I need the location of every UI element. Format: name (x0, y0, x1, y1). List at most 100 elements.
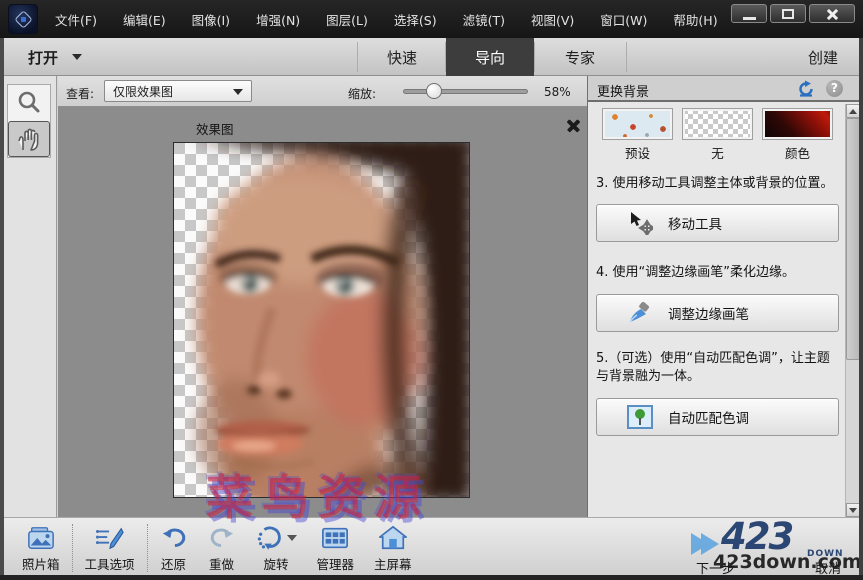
background-thumbnails: 预设 无 颜色 (602, 108, 838, 162)
organizer-icon (321, 525, 349, 551)
redo-label: 重做 (209, 554, 234, 573)
thumbnail-label: 预设 (602, 143, 673, 162)
window-frame (0, 38, 4, 580)
menu-file[interactable]: 文件(F) (55, 10, 97, 29)
tab-create[interactable]: 创建 (788, 38, 858, 76)
photo-image[interactable] (174, 143, 469, 497)
help-icon[interactable]: ? (826, 80, 843, 97)
taskbar: 照片箱 工具选项 还原 (0, 517, 863, 575)
scroll-up-button[interactable] (846, 104, 860, 118)
scroll-down-button[interactable] (846, 503, 860, 517)
redo-icon (208, 525, 236, 551)
zoom-percent-value: 58% (544, 85, 571, 99)
view-label: 查看: (66, 85, 94, 102)
app-logo-icon (8, 4, 38, 34)
separator (72, 524, 73, 572)
rotate-button[interactable]: 旋转 (246, 522, 307, 576)
tool-strip (4, 76, 57, 517)
preset-thumbnail-image[interactable] (602, 108, 673, 140)
home-icon (379, 525, 407, 551)
maximize-icon (782, 9, 794, 19)
thumbnail-color[interactable]: 颜色 (762, 108, 833, 162)
menu-select[interactable]: 选择(S) (394, 10, 437, 29)
application-window: 文件(F) 编辑(E) 图像(I) 增强(N) 图层(L) 选择(S) 滤镜(T… (0, 0, 863, 580)
photo-bin-label: 照片箱 (22, 554, 60, 573)
window-frame (859, 38, 863, 580)
thumbnail-label: 颜色 (762, 143, 833, 162)
redo-button[interactable]: 重做 (198, 522, 246, 576)
zoom-label: 缩放: (348, 85, 376, 102)
magnifier-icon (15, 90, 43, 116)
minimize-icon (743, 17, 756, 20)
reset-icon[interactable] (797, 80, 815, 98)
preview-close-icon[interactable] (566, 118, 581, 133)
menu-image[interactable]: 图像(I) (192, 10, 230, 29)
undo-button[interactable]: 还原 (150, 522, 198, 576)
undo-label: 还原 (161, 554, 186, 573)
preview-title: 效果图 (196, 119, 234, 138)
tab-expert[interactable]: 专家 (535, 38, 625, 76)
thumbnail-none[interactable]: 无 (682, 108, 753, 162)
window-controls (731, 4, 855, 23)
chevron-down-icon (287, 535, 297, 541)
rotate-label: 旋转 (264, 554, 289, 573)
watermark-number: 423 (721, 515, 792, 558)
step-4-text: 4. 使用“调整边缘画笔”柔化边缘。 (596, 264, 838, 282)
minimize-button[interactable] (731, 4, 767, 23)
open-button[interactable]: 打开 (28, 46, 82, 68)
guided-panel: 更换背景 ? 预设 无 颜色 (588, 76, 859, 517)
home-screen-button[interactable]: 主屏幕 (364, 522, 422, 576)
tab-quick[interactable]: 快速 (358, 38, 446, 76)
move-tool-icon (627, 211, 653, 235)
chevron-down-icon (233, 89, 243, 95)
thumbnail-preset[interactable]: 预设 (602, 108, 673, 162)
move-tool-label: 移动工具 (668, 213, 722, 233)
brush-icon (627, 301, 653, 325)
organizer-label: 管理器 (317, 554, 355, 573)
menu-help[interactable]: 帮助(H) (673, 10, 717, 29)
zoom-slider-handle[interactable] (426, 83, 442, 99)
menu-layer[interactable]: 图层(L) (326, 10, 368, 29)
view-dropdown-value: 仅限效果图 (113, 83, 173, 100)
menu-window[interactable]: 窗口(W) (600, 10, 647, 29)
menu-filter[interactable]: 滤镜(T) (463, 10, 505, 29)
menu-edit[interactable]: 编辑(E) (123, 10, 166, 29)
view-dropdown[interactable]: 仅限效果图 (104, 80, 252, 102)
home-screen-label: 主屏幕 (374, 554, 412, 573)
menu-enhance[interactable]: 增强(N) (256, 10, 300, 29)
auto-match-color-label: 自动匹配色调 (668, 407, 749, 427)
triangle-down-icon (849, 508, 857, 513)
arrow-right-icon (701, 533, 719, 555)
chevron-down-icon (72, 54, 82, 60)
step-5-text: 5.（可选）使用“自动匹配色调”，让主题与背景融为一体。 (596, 350, 838, 387)
scrollbar-thumb[interactable] (846, 118, 860, 360)
zoom-tool-button[interactable] (8, 85, 50, 121)
thumbnail-label: 无 (682, 143, 753, 162)
step-3-text: 3. 使用移动工具调整主体或背景的位置。 (596, 175, 838, 193)
auto-match-color-button[interactable]: 自动匹配色调 (596, 398, 839, 436)
zoom-slider-track[interactable] (403, 89, 528, 94)
open-label: 打开 (28, 47, 58, 68)
refine-edge-brush-button[interactable]: 调整边缘画笔 (596, 294, 839, 332)
none-thumbnail-image[interactable] (682, 108, 753, 140)
close-button[interactable] (809, 4, 855, 23)
rotate-icon (256, 525, 284, 551)
hand-tool-button[interactable] (8, 121, 50, 157)
color-thumbnail-image[interactable] (762, 108, 833, 140)
maximize-button[interactable] (770, 4, 806, 23)
panel-title: 更换背景 (597, 81, 649, 100)
undo-icon (160, 525, 188, 551)
hand-icon (15, 126, 43, 152)
photo-bin-button[interactable]: 照片箱 (12, 522, 70, 576)
auto-match-icon (627, 405, 653, 429)
window-frame (0, 575, 863, 580)
tab-guided[interactable]: 导向 (446, 38, 534, 76)
panel-scrollbar[interactable] (845, 104, 859, 517)
panel-header: 更换背景 ? (588, 76, 859, 102)
menu-view[interactable]: 视图(V) (531, 10, 574, 29)
tool-options-label: 工具选项 (85, 554, 135, 573)
organizer-button[interactable]: 管理器 (307, 522, 365, 576)
move-tool-button[interactable]: 移动工具 (596, 204, 839, 242)
tool-options-button[interactable]: 工具选项 (75, 522, 145, 576)
mode-tab-bar: 打开 快速 导向 专家 创建 (0, 38, 863, 76)
